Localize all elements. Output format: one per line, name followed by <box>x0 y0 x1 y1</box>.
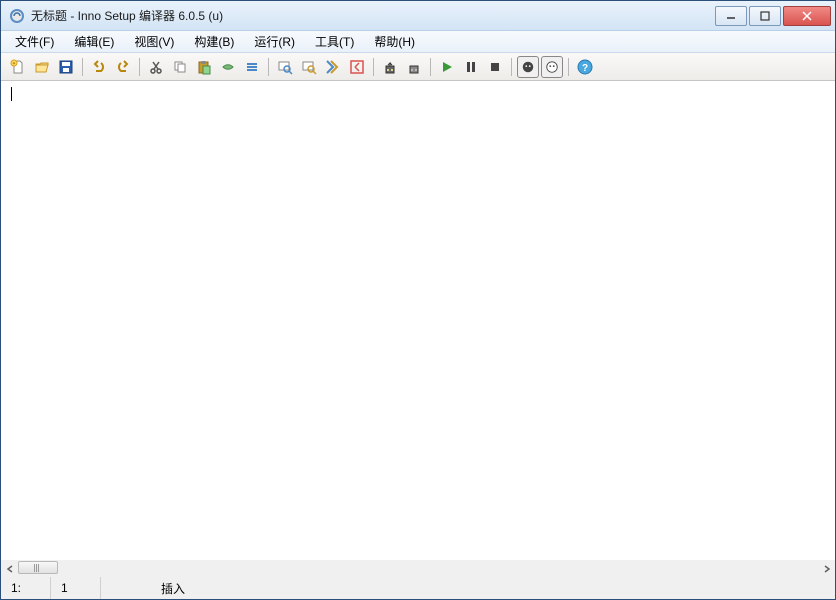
statusbar: 1: 1 插入 <box>1 577 835 599</box>
status-line: 1: <box>1 577 51 599</box>
new-file-icon[interactable]: ✦ <box>7 56 29 78</box>
copy-icon[interactable] <box>169 56 191 78</box>
toolbar-separator <box>268 58 269 76</box>
help-icon[interactable]: ? <box>574 56 596 78</box>
stop-compile-icon[interactable] <box>346 56 368 78</box>
scroll-track[interactable] <box>18 560 818 577</box>
registry-designer-icon[interactable] <box>541 56 563 78</box>
svg-text:✦: ✦ <box>12 61 16 67</box>
toolbar-separator <box>511 58 512 76</box>
scroll-right-arrow[interactable] <box>818 560 835 577</box>
paste-icon[interactable] <box>193 56 215 78</box>
delete-icon[interactable] <box>217 56 239 78</box>
menu-help[interactable]: 帮助(H) <box>364 31 425 52</box>
minimize-button[interactable] <box>715 6 747 26</box>
status-mode: 插入 <box>101 577 195 599</box>
run-icon[interactable] <box>436 56 458 78</box>
menubar: 文件(F) 编辑(E) 视图(V) 构建(B) 运行(R) 工具(T) 帮助(H… <box>1 31 835 53</box>
maximize-button[interactable] <box>749 6 781 26</box>
status-column: 1 <box>51 577 101 599</box>
compile-icon[interactable] <box>322 56 344 78</box>
save-icon[interactable] <box>55 56 77 78</box>
menu-view[interactable]: 视图(V) <box>124 31 184 52</box>
replace-icon[interactable] <box>298 56 320 78</box>
redo-icon[interactable] <box>112 56 134 78</box>
app-window: 无标题 - Inno Setup 编译器 6.0.5 (u) 文件(F) 编辑(… <box>0 0 836 600</box>
open-file-icon[interactable] <box>31 56 53 78</box>
pause-icon[interactable] <box>460 56 482 78</box>
toolbar: ✦ ? <box>1 53 835 81</box>
svg-text:?: ? <box>582 63 588 74</box>
horizontal-scrollbar[interactable] <box>1 560 835 577</box>
editor-area[interactable] <box>1 81 835 560</box>
select-all-icon[interactable] <box>241 56 263 78</box>
find-icon[interactable] <box>274 56 296 78</box>
msgbox-designer-icon[interactable] <box>517 56 539 78</box>
undo-icon[interactable] <box>88 56 110 78</box>
menu-edit[interactable]: 编辑(E) <box>64 31 124 52</box>
toolbar-separator <box>430 58 431 76</box>
window-title: 无标题 - Inno Setup 编译器 6.0.5 (u) <box>31 7 715 24</box>
cut-icon[interactable] <box>145 56 167 78</box>
text-cursor <box>11 87 12 101</box>
app-icon <box>9 8 25 24</box>
menu-run[interactable]: 运行(R) <box>244 31 305 52</box>
menu-build[interactable]: 构建(B) <box>184 31 244 52</box>
scroll-left-arrow[interactable] <box>1 560 18 577</box>
toolbar-separator <box>82 58 83 76</box>
close-button[interactable] <box>783 6 831 26</box>
menu-file[interactable]: 文件(F) <box>5 31 64 52</box>
options-icon[interactable] <box>403 56 425 78</box>
toolbar-separator <box>373 58 374 76</box>
window-controls <box>715 6 831 26</box>
toolbar-separator <box>568 58 569 76</box>
titlebar: 无标题 - Inno Setup 编译器 6.0.5 (u) <box>1 1 835 31</box>
target-icon[interactable] <box>379 56 401 78</box>
toolbar-separator <box>139 58 140 76</box>
scroll-thumb[interactable] <box>18 561 58 574</box>
menu-tools[interactable]: 工具(T) <box>305 31 364 52</box>
stop-icon[interactable] <box>484 56 506 78</box>
